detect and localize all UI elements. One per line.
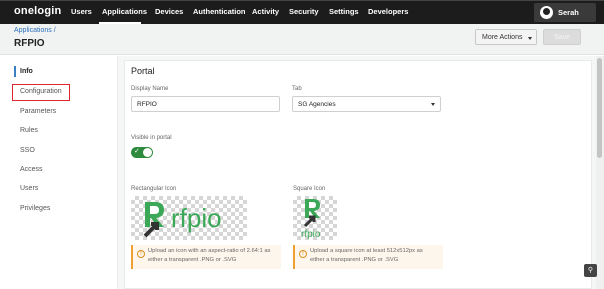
page-title: RFPIO <box>14 38 45 49</box>
onelogin-logo[interactable]: onelogin <box>14 5 61 17</box>
rect-icon-info-line2: either a transparent .PNG or .SVG <box>148 257 237 263</box>
sidebar-item-sso[interactable]: SSO <box>20 147 35 154</box>
display-name-field[interactable]: RFPIO <box>131 96 280 112</box>
user-menu[interactable]: Serah <box>534 3 596 22</box>
display-name-label: Display Name <box>131 86 169 92</box>
square-icon-info-line1: Upload a square icon at least 512x512px … <box>310 248 423 254</box>
rfpio-logo-rect: rfpio <box>143 202 222 238</box>
breadcrumb[interactable]: Applications / <box>14 27 56 34</box>
sidebar-item-privileges[interactable]: Privileges <box>20 205 50 212</box>
square-icon-preview[interactable]: rfpio <box>293 196 337 240</box>
sidebar-item-rules[interactable]: Rules <box>20 127 38 134</box>
nav-item-users[interactable]: Users <box>71 7 92 16</box>
configuration-highlight-box <box>12 84 70 101</box>
rectangular-icon-label: Rectangular Icon <box>131 186 177 192</box>
sidebar-item-users[interactable]: Users <box>20 185 38 192</box>
checkmark-icon: ✓ <box>134 148 140 155</box>
save-button[interactable]: Save <box>543 29 581 45</box>
info-icon: ! <box>299 250 307 258</box>
sidebar-active-indicator <box>14 66 16 77</box>
tab-select-value: SG Agencies <box>298 101 336 108</box>
square-icon-text: rfpio <box>301 229 321 240</box>
nav-item-activity[interactable]: Activity <box>252 7 279 16</box>
user-avatar-icon <box>540 6 553 19</box>
scrollbar-thumb[interactable] <box>597 58 602 158</box>
display-name-value: RFPIO <box>137 101 157 108</box>
toggle-knob <box>143 148 152 157</box>
visible-in-portal-label: Visible in portal <box>131 135 172 141</box>
top-navbar: onelogin Users Applications Devices Auth… <box>0 0 604 25</box>
square-icon-info-line2: either a transparent .PNG or .SVG <box>310 257 399 263</box>
chevron-down-icon <box>431 103 435 106</box>
square-icon-info: ! Upload a square icon at least 512x512p… <box>293 245 443 269</box>
nav-item-authentication[interactable]: Authentication <box>193 7 246 16</box>
nav-item-security[interactable]: Security <box>289 7 319 16</box>
nav-item-developers[interactable]: Developers <box>368 7 408 16</box>
portal-section-title: Portal <box>131 66 155 76</box>
sidebar-item-parameters[interactable]: Parameters <box>20 108 56 115</box>
page-header: Applications / RFPIO More Actions Save <box>0 24 604 55</box>
nav-item-applications[interactable]: Applications <box>102 7 147 16</box>
pin-icon[interactable]: ⚲ <box>584 264 597 277</box>
tab-label: Tab <box>292 86 302 92</box>
rect-icon-info-line1: Upload an icon with an aspect-ratio of 2… <box>148 248 271 254</box>
nav-item-settings[interactable]: Settings <box>329 7 359 16</box>
rfpio-logo-square: rfpio <box>301 199 321 240</box>
user-name: Serah <box>558 8 579 17</box>
square-icon-label: Square Icon <box>293 186 326 192</box>
rectangular-icon-preview[interactable]: rfpio <box>131 196 247 240</box>
visible-in-portal-toggle[interactable]: ✓ <box>131 147 153 158</box>
rect-icon-text: rfpio <box>171 203 222 233</box>
sidebar-item-access[interactable]: Access <box>20 166 43 173</box>
sidebar-item-info[interactable]: Info <box>20 68 33 75</box>
nav-item-devices[interactable]: Devices <box>155 7 183 16</box>
more-actions-button[interactable]: More Actions <box>475 29 537 45</box>
info-icon: ! <box>137 250 145 258</box>
more-actions-label: More Actions <box>482 34 523 41</box>
tab-select[interactable]: SG Agencies <box>292 96 441 112</box>
rect-icon-info: ! Upload an icon with an aspect-ratio of… <box>131 245 281 269</box>
chevron-down-icon <box>528 37 532 40</box>
